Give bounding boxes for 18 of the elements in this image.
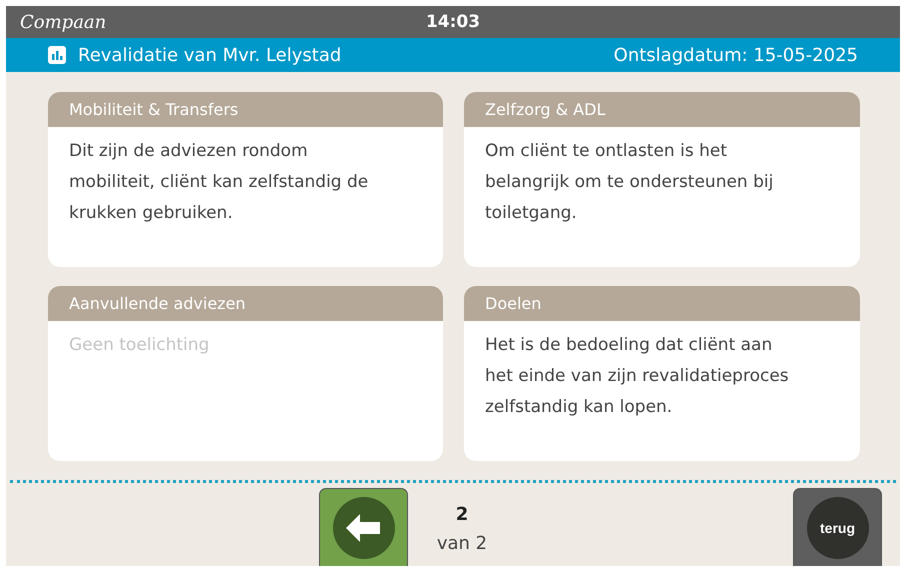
- card-text: Om cliënt te ontlasten is het belangrijk om te ondersteunen bij toiletgang.: [484, 140, 774, 225]
- card-title: Mobiliteit & Transfers: [48, 92, 443, 127]
- discharge-date: Ontslagdatum: 15-05-2025: [614, 44, 858, 66]
- back-button[interactable]: terug: [793, 488, 882, 566]
- previous-button[interactable]: [319, 488, 408, 566]
- card-title: Zelfzorg & ADL: [464, 92, 860, 127]
- page-title: Revalidatie van Mvr. Lelystad: [78, 44, 342, 66]
- card-title: Doelen: [464, 286, 860, 321]
- clock-time: 14:03: [426, 12, 480, 32]
- card-text: Geen toelichting: [68, 334, 210, 357]
- page-total: van 2: [436, 532, 488, 554]
- card-text: Dit zijn de adviezen rondom mobiliteit, cliënt kan zelfstandig de krukken gebruiken.: [68, 140, 370, 225]
- page-number: 2: [456, 504, 468, 524]
- card-title: Aanvullende adviezen: [48, 286, 443, 321]
- card-text: Het is de bedoeling dat cliënt aan het einde van zijn revalidatieproces zelfstandig kan lopen.: [484, 334, 790, 419]
- arrow-left-icon: [346, 514, 382, 542]
- logo: Compaan: [20, 12, 106, 32]
- chart-icon: [48, 46, 66, 64]
